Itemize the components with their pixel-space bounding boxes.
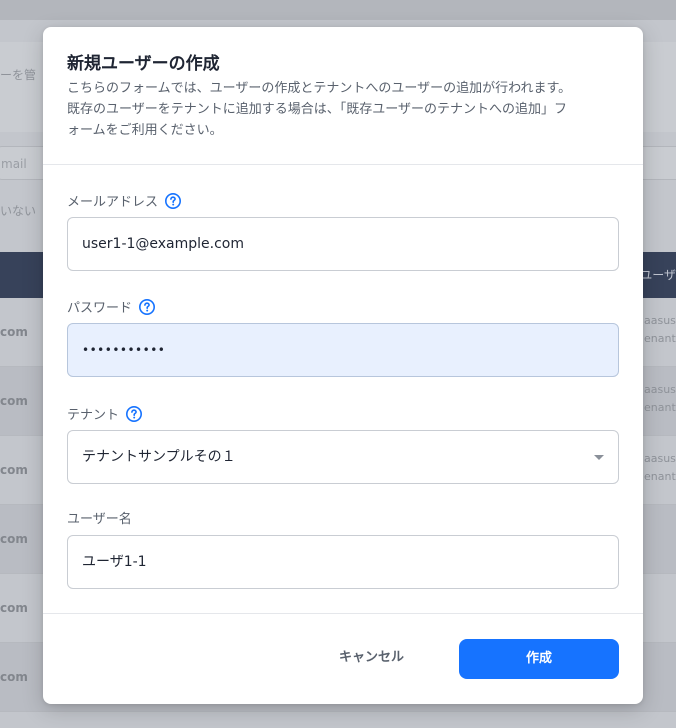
dialog-footer: キャンセル 作成	[43, 613, 643, 704]
tenant-label: テナント	[67, 404, 143, 423]
dialog-description-line: ォームをご利用ください。	[67, 123, 223, 138]
question-circle-icon[interactable]	[125, 405, 143, 423]
background-topbar	[0, 0, 676, 20]
background-table-header-label: ユーザ	[640, 268, 676, 282]
password-label: パスワード	[67, 297, 156, 316]
dialog-title: 新規ユーザーの作成	[67, 54, 220, 74]
username-input[interactable]: ユーザ1-1	[67, 535, 619, 589]
create-button[interactable]: 作成	[459, 639, 619, 679]
password-input[interactable]: •••••••••••	[67, 323, 619, 377]
tenant-selected-value: テナントサンプルその１	[82, 449, 236, 465]
dialog-description: こちらのフォームでは、ユーザーの作成とテナントへのユーザーの追加が行われます。 …	[67, 78, 623, 141]
tenant-label-text: テナント	[67, 408, 120, 423]
email-label: メールアドレス	[67, 191, 182, 210]
create-user-dialog: 新規ユーザーの作成 こちらのフォームでは、ユーザーの作成とテナントへのユーザーの…	[43, 27, 643, 704]
dialog-description-line: こちらのフォームでは、ユーザーの作成とテナントへのユーザーの追加が行われます。	[67, 81, 572, 96]
email-label-text: メールアドレス	[67, 195, 159, 210]
background-filter-label: いない	[0, 204, 37, 218]
cancel-button[interactable]: キャンセル	[323, 638, 420, 678]
background-subtitle: ーを管	[0, 68, 37, 82]
username-label-text: ユーザー名	[67, 512, 132, 527]
dialog-description-line: 既存のユーザーをテナントに追加する場合は、「既存ユーザーのテナントへの追加」フ	[67, 102, 567, 117]
tenant-select[interactable]: テナントサンプルその１	[67, 430, 619, 484]
dialog-header: 新規ユーザーの作成 こちらのフォームでは、ユーザーの作成とテナントへのユーザーの…	[43, 27, 643, 165]
password-value: •••••••••••	[82, 343, 166, 357]
username-label: ユーザー名	[67, 508, 132, 527]
caret-down-icon	[594, 455, 604, 460]
email-input[interactable]: user1-1@example.com	[67, 217, 619, 271]
password-label-text: パスワード	[67, 301, 133, 316]
question-circle-icon[interactable]	[138, 298, 156, 316]
question-circle-icon[interactable]	[164, 192, 182, 210]
